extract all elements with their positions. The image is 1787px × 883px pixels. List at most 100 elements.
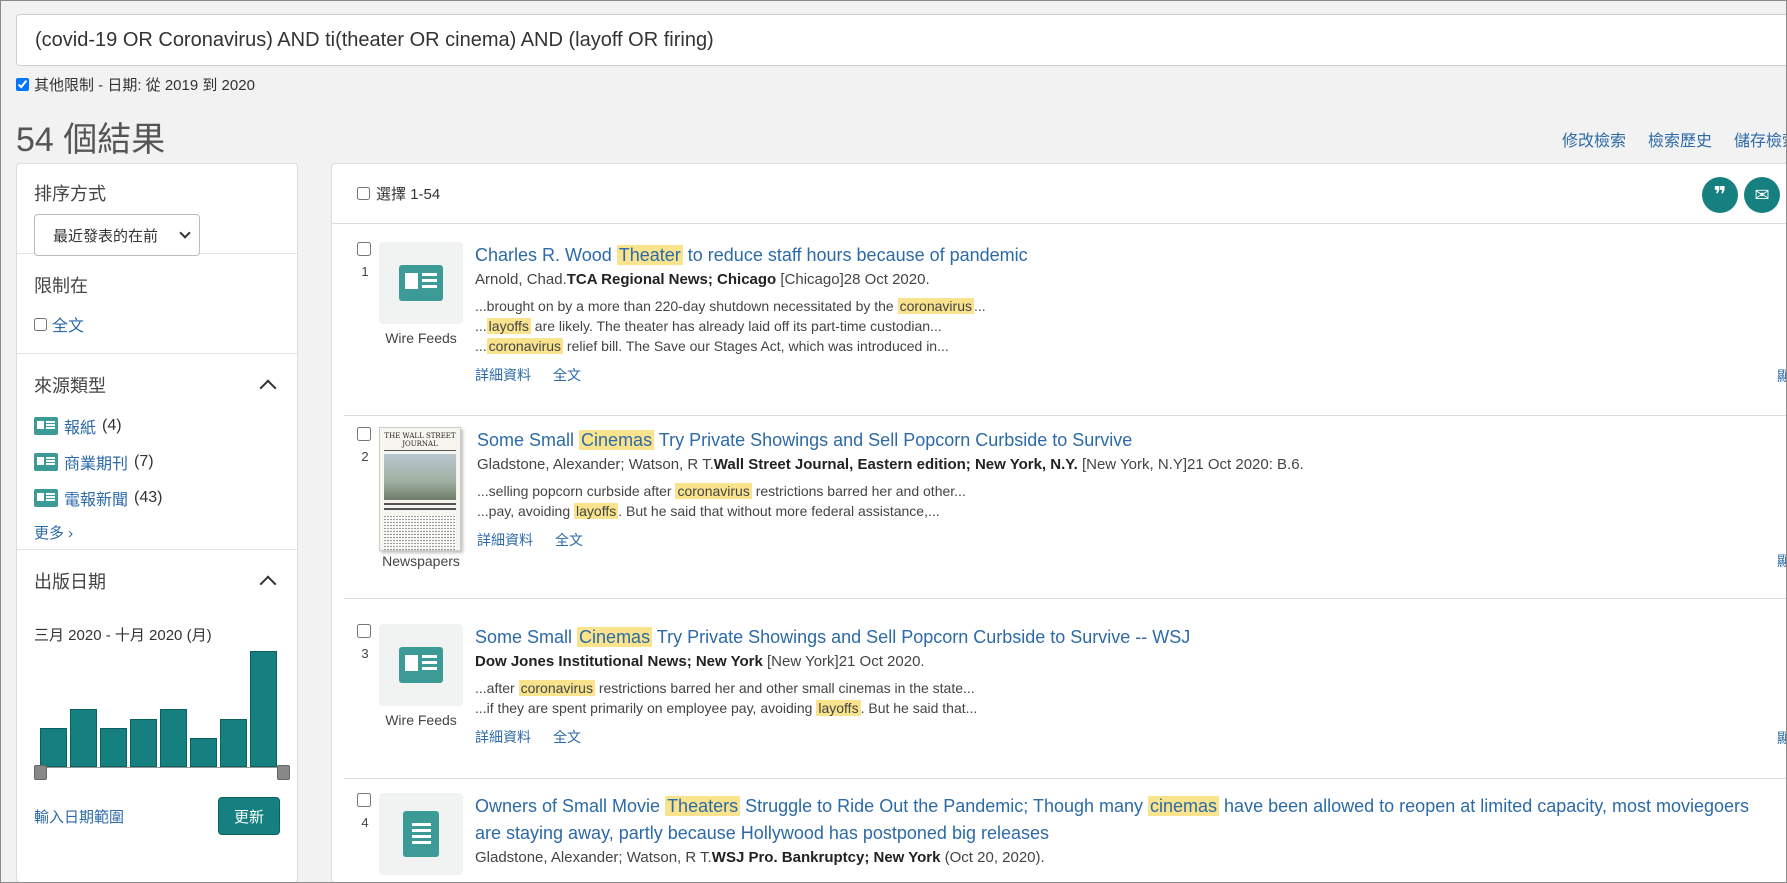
journal-thumbnail[interactable] xyxy=(379,793,463,875)
range-start-handle[interactable] xyxy=(34,765,47,780)
chevron-down-icon xyxy=(179,227,191,239)
sort-heading: 排序方式 xyxy=(34,184,106,204)
source-type-caption: Wire Feeds xyxy=(385,330,457,346)
cut-off-link[interactable]: 顯 xyxy=(1777,728,1787,748)
source-type-heading: 來源類型 xyxy=(34,376,106,396)
histogram-bar[interactable] xyxy=(100,728,127,767)
fulltext-checkbox[interactable] xyxy=(34,317,47,331)
select-all[interactable]: 選擇 1-54 xyxy=(357,183,440,204)
fulltext-filter[interactable]: 全文 xyxy=(34,312,280,336)
publication: Dow Jones Institutional News; New York xyxy=(475,653,763,670)
source-count: (43) xyxy=(134,489,163,506)
title-highlight: cinemas xyxy=(1148,796,1220,816)
title-text: Some Small xyxy=(477,430,580,450)
histogram-bar[interactable] xyxy=(250,651,277,767)
source-item-newspapers[interactable]: 報紙 (4) xyxy=(34,414,280,438)
result-number: 1 xyxy=(361,264,369,279)
result-citation: Arnold, Chad.TCA Regional News; Chicago … xyxy=(475,271,1777,288)
publication-date: [New York, N.Y]21 Oct 2020: B.6. xyxy=(1077,456,1304,473)
details-link[interactable]: 詳細資料 xyxy=(475,727,531,747)
result-title-link[interactable]: Some Small Cinemas Try Private Showings … xyxy=(477,427,1777,454)
result-number: 2 xyxy=(361,449,369,464)
newspaper-icon xyxy=(399,647,443,683)
snippet: ...if they are spent primarily on employ… xyxy=(475,700,978,716)
title-text: Struggle to Ride Out the Pandemic; Thoug… xyxy=(740,796,1149,816)
fulltext-link[interactable]: 全文 xyxy=(52,312,84,336)
snippet: ...pay, avoiding layoffs. But he said th… xyxy=(477,503,940,519)
sort-select[interactable]: 最近發表的在前 xyxy=(34,214,200,256)
result-checkbox[interactable] xyxy=(357,624,371,638)
publication: WSJ Pro. Bankruptcy; New York xyxy=(711,849,941,866)
other-limits-row[interactable]: 其他限制 - 日期: 從 2019 到 2020 xyxy=(16,74,255,95)
details-link[interactable]: 詳細資料 xyxy=(475,365,531,385)
result-checkbox[interactable] xyxy=(357,242,371,256)
source-item-wire-feeds[interactable]: 電報新聞 (43) xyxy=(34,486,280,510)
author: Gladstone, Alexander; Watson, R T. xyxy=(477,456,714,473)
search-history-link[interactable]: 檢索歷史 xyxy=(1648,127,1712,151)
histogram-bar[interactable] xyxy=(160,709,187,767)
search-input[interactable] xyxy=(17,15,1787,65)
details-link[interactable]: 詳細資料 xyxy=(477,530,533,550)
modify-search-link[interactable]: 修改檢索 xyxy=(1562,127,1626,151)
source-count: (7) xyxy=(134,453,154,470)
results-panel: 選擇 1-54 ❞ ✉ 1 Wire Feeds Charles R. Wood… xyxy=(331,163,1787,883)
cut-off-link[interactable]: 顯 xyxy=(1777,366,1787,386)
source-label[interactable]: 商業期刊 xyxy=(64,450,128,474)
top-links: 修改檢索 檢索歷史 儲存檢索 xyxy=(1562,127,1787,151)
email-icon[interactable]: ✉ xyxy=(1744,177,1780,213)
result-snippets: ...brought on by a more than 220-day shu… xyxy=(475,296,1777,356)
source-type-caption: Wire Feeds xyxy=(385,712,457,728)
histogram-bar[interactable] xyxy=(40,728,67,767)
title-text: Some Small xyxy=(475,627,578,647)
fulltext-link[interactable]: 全文 xyxy=(553,365,581,385)
chevron-up-icon[interactable] xyxy=(259,575,277,593)
author: Arnold, Chad. xyxy=(475,271,567,288)
fulltext-link[interactable]: 全文 xyxy=(555,530,583,550)
fulltext-link[interactable]: 全文 xyxy=(553,727,581,747)
snippet: ...brought on by a more than 220-day shu… xyxy=(475,298,986,314)
enter-date-range-link[interactable]: 輸入日期範圍 xyxy=(34,806,124,827)
newspaper-thumbnail[interactable]: THE WALL STREET JOURNAL xyxy=(379,427,461,551)
source-type-caption: Newspapers xyxy=(382,553,460,569)
filter-sidebar: 排序方式 最近發表的在前 限制在 全文 來源類型 報紙 (4) 商業期刊 (7) xyxy=(16,163,298,883)
search-box[interactable] xyxy=(16,14,1787,66)
histogram-bar[interactable] xyxy=(130,718,157,767)
result-item: 3 Wire Feeds Some Small Cinemas Try Priv… xyxy=(344,624,1787,779)
wire-feed-thumbnail[interactable] xyxy=(379,624,463,706)
source-label[interactable]: 電報新聞 xyxy=(64,486,128,510)
result-title-link[interactable]: Some Small Cinemas Try Private Showings … xyxy=(475,624,1777,651)
update-button[interactable]: 更新 xyxy=(218,797,280,835)
range-end-handle[interactable] xyxy=(277,765,290,780)
result-citation: Gladstone, Alexander; Watson, R T.Wall S… xyxy=(477,456,1777,473)
cut-off-link[interactable]: 顯 xyxy=(1777,551,1787,571)
wire-feed-thumbnail[interactable] xyxy=(379,242,463,324)
result-number: 4 xyxy=(361,815,369,830)
histogram-bar[interactable] xyxy=(220,718,247,767)
newspaper-icon xyxy=(399,265,443,301)
more-sources-link[interactable]: 更多 › xyxy=(34,522,280,543)
result-count: 54 個結果 xyxy=(16,121,166,159)
title-highlight: Theater xyxy=(616,245,683,265)
result-checkbox[interactable] xyxy=(357,793,371,807)
title-text: Try Private Showings and Sell Popcorn Cu… xyxy=(654,430,1133,450)
select-all-checkbox[interactable] xyxy=(357,187,370,200)
save-search-link[interactable]: 儲存檢索 xyxy=(1734,127,1787,151)
source-label[interactable]: 報紙 xyxy=(64,414,96,438)
result-item: 1 Wire Feeds Charles R. Wood Theater to … xyxy=(344,242,1787,416)
title-text: Charles R. Wood xyxy=(475,245,617,265)
histogram-bar[interactable] xyxy=(70,709,97,767)
quote-icon[interactable]: ❞ xyxy=(1702,177,1738,213)
publication: TCA Regional News; Chicago xyxy=(566,271,777,288)
result-checkbox[interactable] xyxy=(357,427,371,441)
result-item: 2 THE WALL STREET JOURNAL Newspapers Som… xyxy=(344,427,1787,599)
histogram-bar[interactable] xyxy=(190,738,217,767)
chevron-up-icon[interactable] xyxy=(259,379,277,397)
result-title-link[interactable]: Charles R. Wood Theater to reduce staff … xyxy=(475,242,1777,269)
other-limits-label: 其他限制 - 日期: 從 2019 到 2020 xyxy=(34,77,255,94)
title-highlight: Theaters xyxy=(665,796,741,816)
date-histogram[interactable] xyxy=(34,651,290,785)
source-item-trade-journals[interactable]: 商業期刊 (7) xyxy=(34,450,280,474)
other-limits-checkbox[interactable] xyxy=(16,78,29,91)
result-title-link[interactable]: Owners of Small Movie Theaters Struggle … xyxy=(475,793,1777,847)
limit-section: 限制在 全文 xyxy=(17,254,297,354)
